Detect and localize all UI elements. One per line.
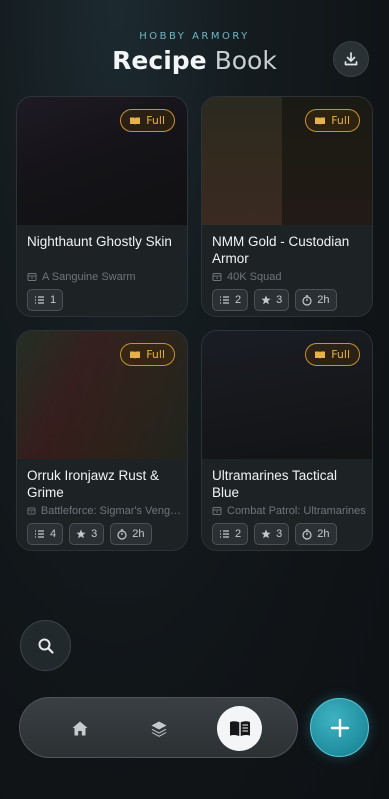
list-icon [220, 530, 229, 538]
header: HOBBY ARMORY Recipe Book [0, 0, 389, 90]
time-chip: 2h [295, 289, 337, 311]
difficulty-value: 3 [91, 528, 98, 540]
download-icon [344, 52, 358, 66]
time-chip: 2h [295, 523, 337, 545]
steps-count: 4 [50, 528, 57, 540]
list-icon [35, 530, 44, 538]
full-badge: Full [120, 109, 175, 132]
recipe-collection: Battleforce: Sigmar's Vengeance [27, 505, 182, 517]
search-button[interactable] [20, 620, 71, 671]
difficulty-chip: 3 [69, 523, 105, 545]
full-badge: Full [305, 343, 360, 366]
recipe-title: NMM Gold - Custodian Armor [212, 234, 350, 266]
layers-icon [151, 721, 166, 737]
star-icon [261, 529, 271, 539]
home-icon [72, 721, 87, 736]
recipe-collection-label: A Sanguine Swarm [42, 271, 136, 283]
recipe-card[interactable]: Full NMM Gold - Custodian Armor 40K Squa… [201, 96, 373, 317]
steps-count: 2 [235, 528, 242, 540]
badge-label: Full [331, 348, 350, 361]
steps-count: 1 [50, 294, 57, 306]
box-icon [212, 273, 222, 281]
timer-icon [117, 528, 127, 540]
steps-chip: 2 [212, 523, 249, 545]
recipe-stats: 2 3 2h [212, 523, 337, 545]
recipe-stats: 2 3 2h [212, 289, 337, 311]
download-button[interactable] [333, 41, 369, 77]
time-value: 2h [132, 528, 145, 540]
nav-recipe-book[interactable] [217, 706, 262, 751]
recipe-collection: A Sanguine Swarm [27, 271, 182, 283]
difficulty-chip: 3 [254, 523, 290, 545]
star-icon [76, 529, 86, 539]
recipe-title: Nighthaunt Ghostly Skin [27, 234, 172, 249]
add-recipe-button[interactable] [310, 698, 369, 757]
list-icon [220, 296, 229, 304]
plus-icon [330, 718, 349, 737]
recipe-collection: Combat Patrol: Ultramarines [212, 505, 367, 517]
book-icon [229, 721, 250, 736]
box-icon [212, 507, 222, 515]
recipe-collection-label: Battleforce: Sigmar's Vengeance [40, 505, 182, 517]
recipe-card[interactable]: Full Nighthaunt Ghostly Skin A Sanguine … [16, 96, 188, 317]
badge-label: Full [146, 348, 165, 361]
search-icon [38, 638, 54, 654]
recipe-collection: 40K Squad [212, 271, 367, 283]
box-icon [27, 273, 37, 281]
time-value: 2h [317, 528, 330, 540]
page-title: Recipe Book [0, 46, 389, 75]
full-badge: Full [305, 109, 360, 132]
star-icon [261, 295, 271, 305]
recipe-collection-label: Combat Patrol: Ultramarines [227, 505, 366, 517]
book-badge-icon [130, 117, 141, 125]
recipe-title: Orruk Ironjawz Rust & Grime [27, 468, 160, 500]
nav-home[interactable] [57, 706, 102, 751]
difficulty-chip: 3 [254, 289, 290, 311]
timer-icon [302, 294, 312, 306]
list-icon [35, 296, 44, 304]
full-badge: Full [120, 343, 175, 366]
recipe-card[interactable]: Full Orruk Ironjawz Rust & Grime Battlef… [16, 330, 188, 551]
badge-label: Full [146, 114, 165, 127]
recipe-collection-label: 40K Squad [227, 271, 282, 283]
recipe-stats: 1 [27, 289, 64, 311]
difficulty-value: 3 [276, 528, 283, 540]
app-subtitle: HOBBY ARMORY [139, 31, 250, 42]
book-badge-icon [315, 351, 326, 359]
recipe-title: Ultramarines Tactical Blue [212, 468, 338, 500]
steps-chip: 4 [27, 523, 64, 545]
page-title-light: Book [214, 46, 277, 75]
nav-layers[interactable] [136, 706, 181, 751]
box-icon [27, 507, 36, 515]
page-title-bold: Recipe [112, 46, 207, 75]
book-badge-icon [315, 117, 326, 125]
time-chip: 2h [110, 523, 152, 545]
difficulty-value: 3 [276, 294, 283, 306]
steps-chip: 2 [212, 289, 249, 311]
bottom-nav [19, 697, 298, 758]
book-badge-icon [130, 351, 141, 359]
time-value: 2h [317, 294, 330, 306]
badge-label: Full [331, 114, 350, 127]
steps-chip: 1 [27, 289, 64, 311]
timer-icon [302, 528, 312, 540]
recipe-stats: 4 3 2h [27, 523, 152, 545]
recipe-card[interactable]: Full Ultramarines Tactical Blue Combat P… [201, 330, 373, 551]
steps-count: 2 [235, 294, 242, 306]
